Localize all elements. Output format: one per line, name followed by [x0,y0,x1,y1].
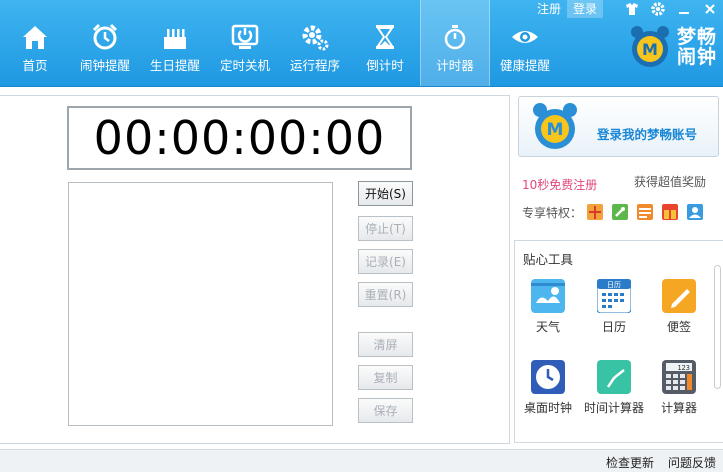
main-nav: 首页 闹钟提醒 生日提醒 定时关机 运行程序 倒计时 计时器 健康提醒 [0,0,560,87]
user-cloud-icon[interactable] [686,203,704,221]
tool-time-calculator[interactable]: 时间计算器 [581,360,647,416]
tools-title: 贴心工具 [523,252,574,267]
calendar-icon-badge: 日历 [607,281,621,289]
nav-alarm-label: 闹钟提醒 [79,58,130,73]
nav-timer-label: 计时器 [436,58,474,73]
login-link[interactable]: 登录 [566,0,603,18]
clear-button[interactable]: 清屏 [358,332,413,357]
calendar-card-icon[interactable] [636,203,654,221]
nav-birthday-label: 生日提醒 [149,58,200,73]
nav-run-program-label: 运行程序 [289,58,340,73]
nav-run-program[interactable]: 运行程序 [280,0,350,87]
tools-panel: 贴心工具 天气 日历 日历 便签 桌面时钟 时间计算器 123 计算器 [514,240,723,443]
nav-timer[interactable]: 计时器 [420,0,490,87]
nav-shutdown[interactable]: 定时关机 [210,0,280,87]
close-icon[interactable] [701,0,719,18]
settings-icon[interactable] [649,0,667,18]
minimize-icon[interactable] [675,0,693,18]
hourglass-icon [370,22,400,52]
window-controls: 注册 登录 [531,0,723,18]
free-register-link[interactable]: 10秒免费注册 [522,176,597,193]
tool-notes[interactable]: 便签 [646,279,712,335]
nav-birthday[interactable]: 生日提醒 [140,0,210,87]
mascot-logo-icon: M [627,24,673,70]
lap-record-list[interactable] [68,182,333,426]
top-navigation-bar: 首页 闹钟提醒 生日提醒 定时关机 运行程序 倒计时 计时器 健康提醒 注册 登… [0,0,723,87]
tool-desk-clock-label: 桌面时钟 [523,401,572,415]
reward-link[interactable]: 获得超值奖励 [634,173,706,190]
tool-desk-clock[interactable]: 桌面时钟 [515,360,581,416]
tool-calculator[interactable]: 123 计算器 [646,360,712,416]
nav-countdown-label: 倒计时 [366,58,404,73]
timer-readout: 00:00:00:00 [93,111,386,165]
nav-shutdown-label: 定时关机 [219,58,270,73]
tool-time-calculator-label: 时间计算器 [583,401,644,415]
status-bar: 检查更新 问题反馈 [0,449,723,472]
svg-text:M: M [642,40,658,59]
privilege-icons [586,203,711,221]
nav-alarm[interactable]: 闹钟提醒 [70,0,140,87]
tool-calculator-label: 计算器 [660,401,697,415]
stopwatch-panel: 00:00:00:00 开始(S) 停止(T) 记录(E) 重置(R) 清屏 复… [0,95,510,444]
present-icon[interactable] [661,203,679,221]
stop-button[interactable]: 停止(T) [358,216,413,241]
copy-button[interactable]: 复制 [358,365,413,390]
start-button[interactable]: 开始(S) [358,181,413,206]
nav-countdown[interactable]: 倒计时 [350,0,420,87]
nav-health-label: 健康提醒 [499,58,550,73]
tool-weather-label: 天气 [535,320,560,334]
svg-text:M: M [547,120,564,140]
timer-display: 00:00:00:00 [67,106,412,170]
privilege-label: 专享特权： [522,206,583,220]
check-update-link[interactable]: 检查更新 [606,454,654,471]
feedback-link[interactable]: 问题反馈 [668,454,716,471]
brand-logo: M 梦畅 闹钟 [627,24,717,70]
record-button[interactable]: 记录(E) [358,249,413,274]
time-calculator-icon [597,360,631,394]
gift-icon[interactable] [586,203,604,221]
brand-name-line2: 闹钟 [676,46,717,68]
reset-button[interactable]: 重置(R) [358,282,413,307]
desk-clock-icon [531,360,565,394]
tool-weather[interactable]: 天气 [515,279,581,335]
gear-icon [300,22,330,52]
nav-home-label: 首页 [22,58,48,73]
calculator-icon: 123 [662,360,696,394]
skin-icon[interactable] [623,0,641,18]
weather-icon [531,279,565,313]
birthday-cake-icon [160,22,190,52]
eye-icon [510,22,540,52]
brand-name-line1: 梦畅 [676,26,717,48]
note-icon [662,279,696,313]
calculator-icon-badge: 123 [677,364,690,372]
tool-calendar[interactable]: 日历 日历 [581,278,647,335]
home-icon [20,22,50,52]
rocket-icon[interactable] [611,203,629,221]
power-icon [230,22,260,52]
alarm-clock-icon [90,22,120,52]
mascot-icon: M [529,101,581,153]
nav-home[interactable]: 首页 [0,0,70,87]
tools-scrollbar[interactable] [714,265,721,389]
tool-notes-label: 便签 [666,320,691,334]
save-button[interactable]: 保存 [358,398,413,423]
header-divider [0,86,723,87]
tool-calendar-label: 日历 [601,320,626,334]
login-account-text: 登录我的梦畅账号 [597,127,698,142]
stopwatch-icon [440,22,470,52]
calendar-icon: 日历 [596,278,632,314]
account-login-card[interactable]: M 登录我的梦畅账号 [518,96,719,157]
register-link[interactable]: 注册 [531,0,567,18]
